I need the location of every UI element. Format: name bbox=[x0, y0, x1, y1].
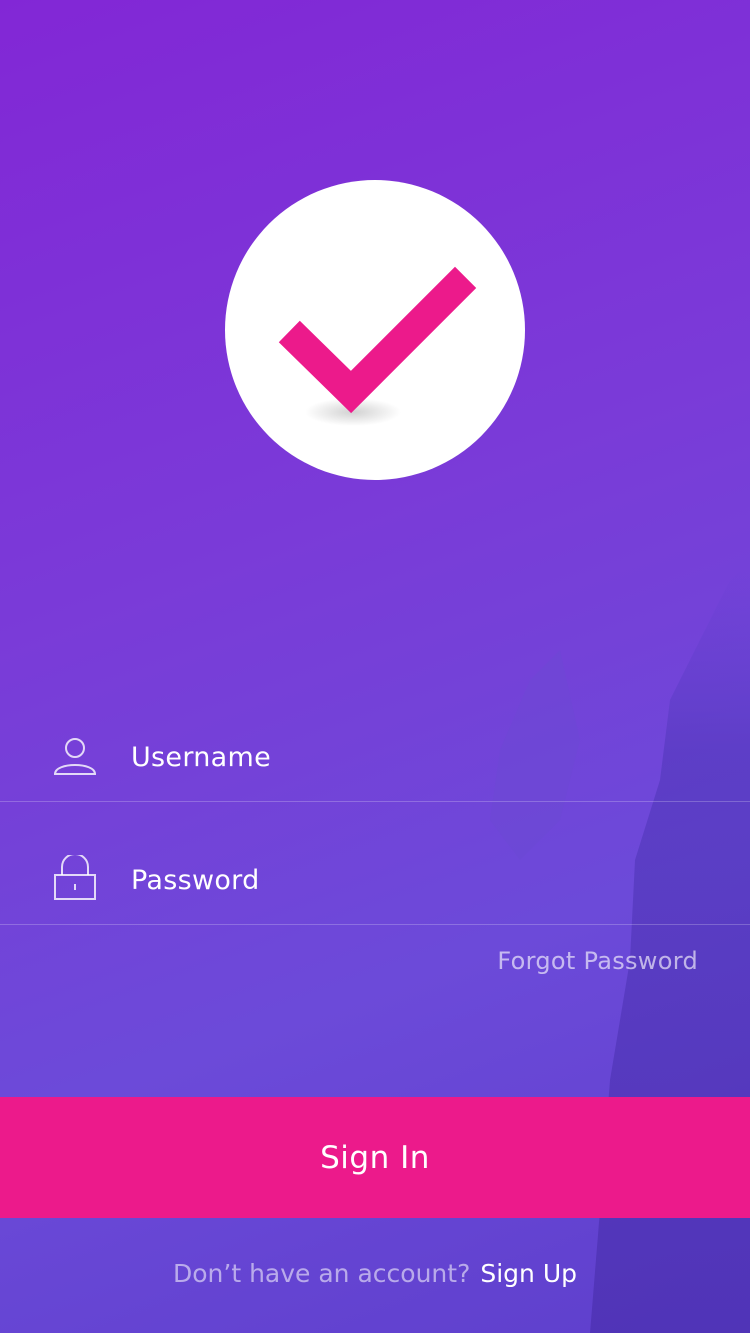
password-field[interactable]: Password bbox=[0, 803, 750, 925]
check-icon bbox=[278, 266, 477, 426]
sign-in-button[interactable]: Sign In bbox=[0, 1097, 750, 1218]
lock-icon bbox=[54, 855, 96, 900]
signup-question: Don’t have an account? bbox=[172, 1259, 471, 1288]
signup-prompt: Don’t have an account? Sign Up bbox=[0, 1259, 750, 1288]
username-placeholder: Username bbox=[131, 742, 272, 773]
password-placeholder: Password bbox=[131, 865, 260, 896]
username-field[interactable]: Username bbox=[0, 680, 750, 802]
sign-up-link[interactable]: Sign Up bbox=[480, 1259, 577, 1288]
user-icon bbox=[53, 738, 97, 775]
app-logo bbox=[225, 180, 525, 480]
forgot-password-link[interactable]: Forgot Password bbox=[497, 947, 698, 975]
